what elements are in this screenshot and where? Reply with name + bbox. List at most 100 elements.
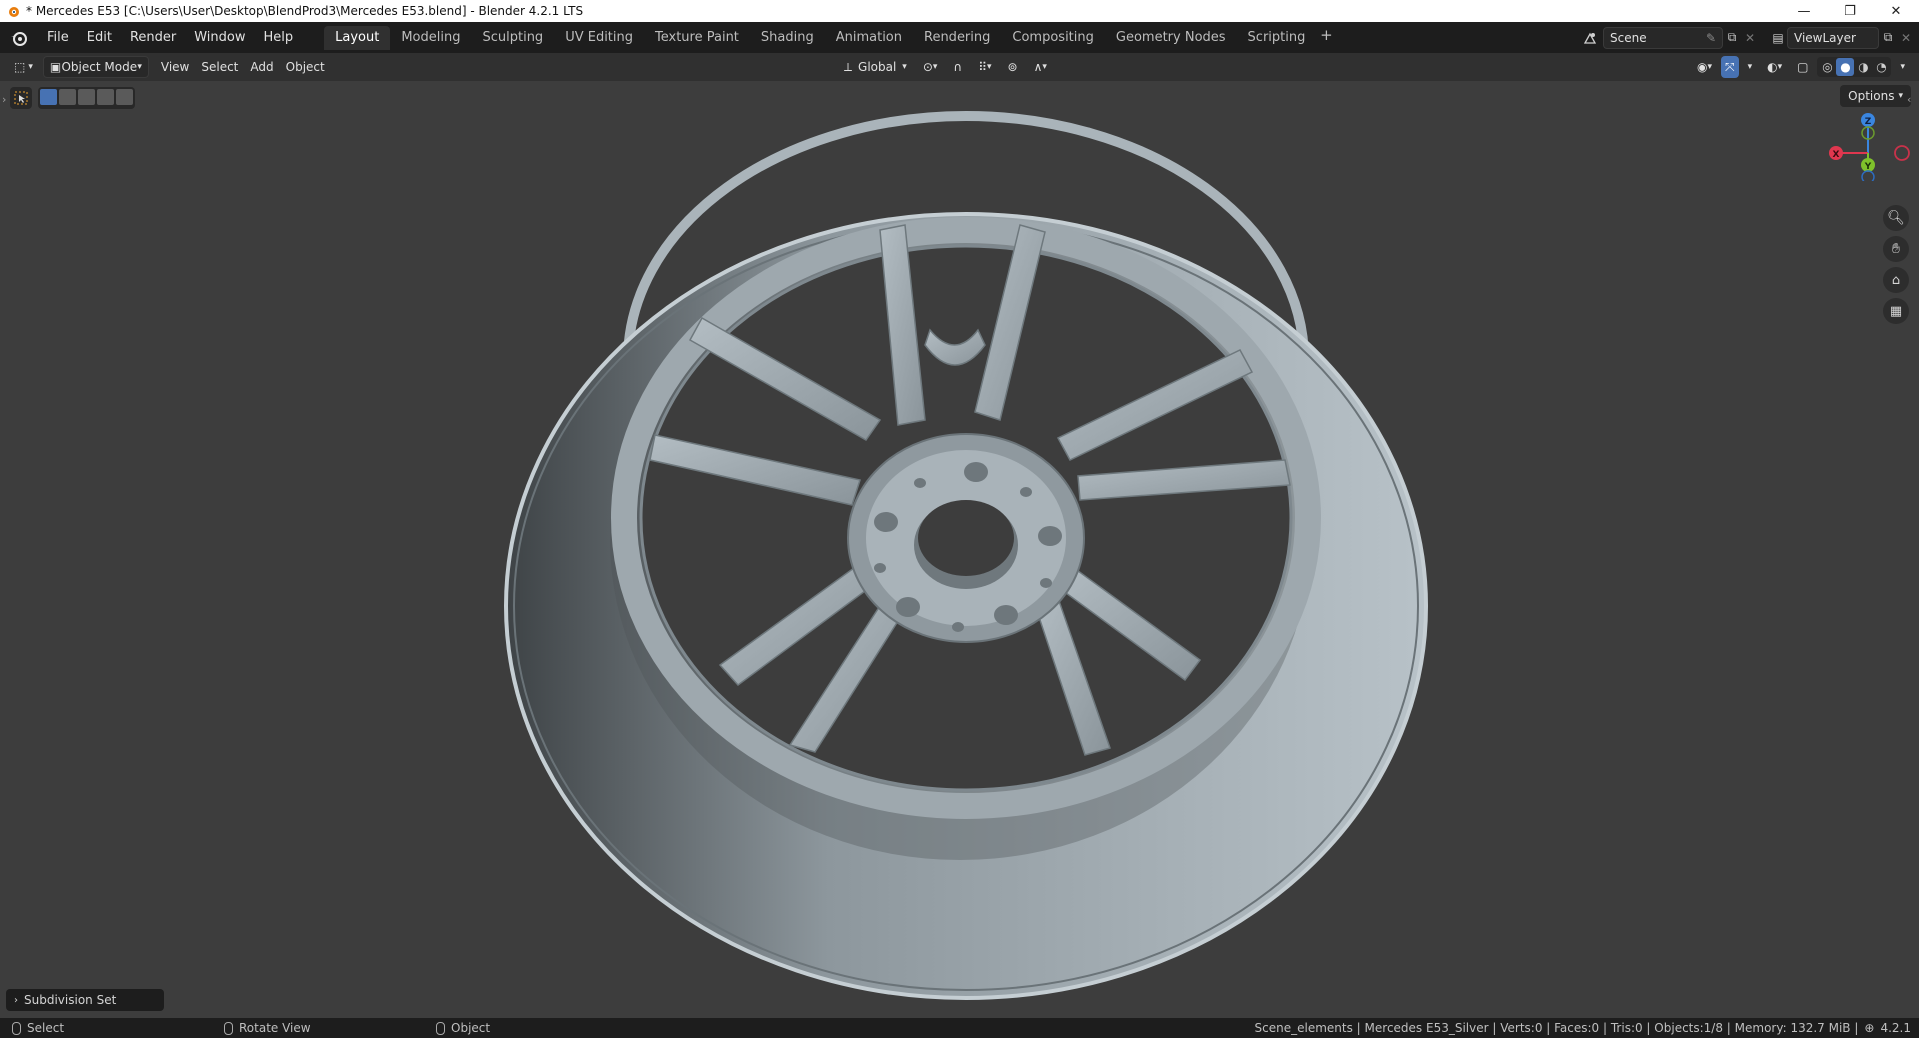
close-icon: ✕	[1890, 3, 1902, 19]
menu-file[interactable]: File	[38, 26, 78, 50]
pivot-icon: ⊙	[922, 60, 933, 74]
minimize-button[interactable]: —	[1781, 0, 1827, 22]
tab-modeling[interactable]: Modeling	[390, 26, 471, 50]
tab-scripting[interactable]: Scripting	[1237, 26, 1317, 50]
restore-icon: ❐	[1844, 3, 1856, 19]
scene-name: Scene	[1610, 30, 1647, 45]
window-titlebar: * Mercedes E53 [C:\Users\User\Desktop\Bl…	[0, 0, 1919, 22]
transform-orientation-dropdown[interactable]: ⟂ Global ▾	[838, 56, 913, 78]
top-bar: File Edit Render Window Help Layout Mode…	[0, 22, 1919, 53]
menu-add[interactable]: Add	[244, 56, 279, 78]
tab-texture-paint[interactable]: Texture Paint	[644, 26, 750, 50]
pivot-point-dropdown[interactable]: ⊙ ▾	[917, 56, 944, 78]
restore-button[interactable]: ❐	[1827, 0, 1873, 22]
view-layer-icon[interactable]: ▤	[1769, 29, 1787, 47]
gizmo-toggle[interactable]: ⤧	[1720, 56, 1739, 78]
status-rotate: Rotate View	[224, 1021, 311, 1035]
main-menu: File Edit Render Window Help	[38, 26, 302, 50]
blender-logo-icon[interactable]	[8, 27, 30, 49]
editor-type-icon: ⬚	[14, 60, 26, 74]
last-operation-panel[interactable]: › Subdivision Set	[6, 989, 164, 1011]
tab-geometry-nodes[interactable]: Geometry Nodes	[1105, 26, 1237, 50]
tab-shading[interactable]: Shading	[750, 26, 825, 50]
3d-viewport[interactable]: Options ▾ › ‹ Z X Y 🔍︎ ✋︎ ⌂ ▦ › Subdivis…	[0, 81, 1919, 1018]
orientation-axes-icon: ⟂	[844, 59, 853, 74]
eye-icon: ◉	[1696, 60, 1708, 74]
chevron-down-icon: ▾	[987, 62, 992, 72]
add-workspace-button[interactable]: +	[1316, 26, 1336, 50]
rendered-shading-icon[interactable]: ◔	[1872, 58, 1890, 76]
close-button[interactable]: ✕	[1873, 0, 1919, 22]
snap-target-dropdown[interactable]: ⠿ ▾	[972, 56, 997, 78]
material-shading-icon[interactable]: ◑	[1854, 58, 1872, 76]
top-right-controls: Scene ✎ ⧉ ✕ ▤ ViewLayer ⧉ ✕	[1581, 22, 1919, 53]
tab-animation[interactable]: Animation	[825, 26, 913, 50]
magnet-icon: ∩	[953, 60, 963, 74]
status-object: Object	[436, 1021, 490, 1035]
wireframe-shading-icon[interactable]: ◎	[1818, 58, 1836, 76]
menu-render[interactable]: Render	[121, 26, 185, 50]
object-mode-icon: ▣	[49, 60, 62, 74]
viewport-display-controls: ◉ ▾ ⤧ ▾ ◐ ▾ ▢ ◎ ● ◑ ◔ ▾	[1691, 56, 1911, 78]
chevron-down-icon: ▾	[1042, 62, 1047, 72]
menu-view[interactable]: View	[155, 56, 195, 78]
object-mode-dropdown[interactable]: ▣ Object Mode ▾	[42, 56, 149, 78]
visibility-dropdown[interactable]: ◉ ▾	[1691, 56, 1718, 78]
status-rotate-label: Rotate View	[239, 1021, 311, 1035]
solid-shading-icon[interactable]: ●	[1836, 58, 1855, 76]
menu-object[interactable]: Object	[280, 56, 331, 78]
view-layer-selector[interactable]: ViewLayer	[1787, 26, 1879, 49]
wheel-rim-model[interactable]	[0, 81, 1919, 1018]
editor-type-button[interactable]: ⬚ ▾	[8, 56, 39, 78]
gizmo-icon: ⤧	[1724, 59, 1735, 74]
proportional-icon: ⊚	[1007, 60, 1018, 74]
scene-statistics: Scene_elements | Mercedes E53_Silver | V…	[1255, 1018, 1911, 1038]
tab-sculpting[interactable]: Sculpting	[471, 26, 554, 50]
gizmo-dropdown[interactable]: ▾	[1742, 56, 1759, 78]
new-scene-icon[interactable]: ⧉	[1723, 29, 1741, 47]
shading-modes: ◎ ● ◑ ◔	[1817, 57, 1892, 77]
tab-compositing[interactable]: Compositing	[1001, 26, 1105, 50]
delete-scene-icon[interactable]: ✕	[1741, 29, 1759, 47]
snap-toggle[interactable]: ∩	[947, 56, 968, 78]
workspace-tabs: Layout Modeling Sculpting UV Editing Tex…	[324, 25, 1336, 50]
chevron-down-icon: ▾	[902, 62, 907, 72]
object-mode-label: Object Mode	[61, 60, 138, 74]
delete-view-layer-icon[interactable]: ✕	[1897, 29, 1915, 47]
scene-selector[interactable]: Scene ✎	[1603, 26, 1723, 49]
menu-help[interactable]: Help	[255, 26, 303, 50]
tab-layout[interactable]: Layout	[324, 25, 391, 50]
status-object-label: Object	[451, 1021, 491, 1035]
menu-edit[interactable]: Edit	[78, 26, 121, 50]
shading-dropdown[interactable]: ▾	[1894, 56, 1911, 78]
new-view-layer-icon[interactable]: ⧉	[1879, 29, 1897, 47]
overlays-toggle[interactable]: ◐ ▾	[1761, 56, 1788, 78]
right-mouse-icon	[436, 1021, 445, 1035]
stats-text: Scene_elements | Mercedes E53_Silver | V…	[1254, 1021, 1859, 1035]
transform-controls: ⟂ Global ▾ ⊙ ▾ ∩ ⠿ ▾ ⊚ ∧ ▾	[838, 56, 1053, 78]
version-label: 4.2.1	[1880, 1021, 1911, 1035]
menu-select[interactable]: Select	[195, 56, 244, 78]
menu-window[interactable]: Window	[185, 26, 254, 50]
status-select-label: Select	[27, 1021, 65, 1035]
tab-uv-editing[interactable]: UV Editing	[554, 26, 644, 50]
falloff-curve-icon: ∧	[1033, 60, 1043, 74]
pin-icon[interactable]: ✎	[1706, 31, 1716, 45]
view-layer-name: ViewLayer	[1794, 30, 1856, 45]
last-operation-label: Subdivision Set	[24, 993, 117, 1007]
scene-icon[interactable]	[1581, 29, 1599, 47]
tab-rendering[interactable]: Rendering	[913, 26, 1001, 50]
overlays-icon: ◐	[1767, 60, 1778, 74]
proportional-edit-toggle[interactable]: ⊚	[1002, 56, 1024, 78]
network-icon: ⊕	[1864, 1021, 1875, 1035]
orientation-label: Global	[858, 60, 897, 74]
falloff-dropdown[interactable]: ∧ ▾	[1028, 56, 1053, 78]
status-bar: Select Rotate View Object Scene_elements…	[0, 1018, 1919, 1038]
chevron-down-icon: ▾	[1707, 62, 1712, 72]
chevron-down-icon: ▾	[1747, 62, 1753, 72]
chevron-down-icon: ▾	[137, 62, 142, 72]
xray-toggle[interactable]: ▢	[1791, 56, 1814, 78]
status-select: Select	[12, 1021, 64, 1035]
middle-mouse-icon	[224, 1021, 233, 1035]
minimize-icon: —	[1797, 3, 1811, 19]
